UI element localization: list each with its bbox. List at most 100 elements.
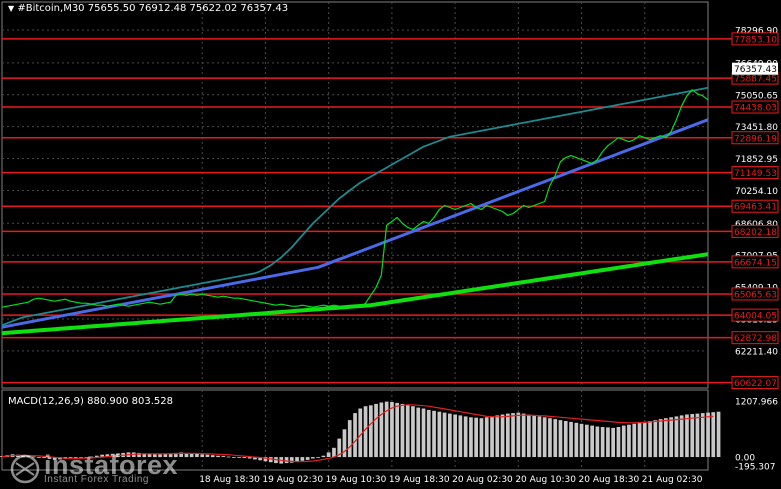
macd-histogram-bar (627, 424, 631, 458)
macd-histogram-bar (611, 427, 615, 457)
macd-histogram-bar (621, 425, 626, 457)
symbol-label: #Bitcoin,M30 (17, 3, 85, 14)
macd-histogram-bar (511, 413, 515, 457)
time-tick-label: 19 Aug 02:30 (262, 475, 323, 485)
macd-histogram-bar (490, 416, 494, 458)
macd-histogram-bar (469, 417, 473, 458)
level-label: 77853.10 (734, 35, 777, 45)
macd-histogram-bar (237, 457, 241, 458)
macd-histogram-bar (448, 413, 452, 458)
macd-histogram-bar (527, 414, 531, 458)
macd-histogram-bar (463, 416, 468, 458)
macd-histogram-bar (590, 425, 594, 457)
macd-tick-label: 1207.966 (735, 398, 778, 408)
macd-histogram-bar (453, 414, 457, 458)
chart-window: 1207.9660.00-195.307 78296.9076649.90750… (0, 0, 781, 489)
time-tick-label: 18 Aug 18:30 (199, 475, 260, 485)
macd-histogram-bar (321, 455, 326, 458)
macd-histogram-bar (685, 414, 689, 458)
macd-histogram-bar (284, 457, 289, 464)
ohlc-values: 75655.50 76912.48 75622.02 76357.43 (87, 3, 289, 14)
macd-histogram-bar (632, 423, 637, 458)
price-tick-label: 75050.65 (735, 91, 778, 101)
macd-histogram-bar (442, 412, 447, 457)
macd-histogram-bar (537, 416, 542, 458)
macd-histogram-bar (421, 408, 426, 458)
macd-histogram-bar (458, 415, 463, 457)
macd-histogram-bar (484, 417, 489, 458)
watermark-tagline: Instant Forex Trading (44, 474, 149, 485)
macd-histogram-bar (495, 415, 500, 457)
macd-histogram-bar (426, 409, 431, 458)
macd-histogram-bar (664, 418, 668, 458)
macd-histogram-bar (706, 412, 710, 457)
price-axis: 78296.9076649.9075050.6573451.8071852.95… (731, 27, 779, 390)
macd-histogram-bar (358, 408, 363, 458)
macd-histogram-bar (574, 422, 579, 457)
macd-histogram-bar (500, 414, 505, 458)
macd-histogram-bar (416, 407, 421, 458)
chart-header: ▼ #Bitcoin,M30 75655.50 76912.48 75622.0… (8, 3, 288, 14)
macd-histogram-bar (506, 413, 510, 458)
level-label: 75887.45 (734, 75, 777, 85)
macd-histogram-bar (374, 403, 378, 458)
macd-histogram-bar (226, 456, 231, 458)
price-tick-label: 71852.95 (735, 155, 778, 165)
macd-histogram-bar (716, 411, 721, 457)
macd-histogram-bar (210, 455, 215, 458)
macd-histogram-bar (679, 415, 684, 457)
macd-histogram-bar (395, 402, 399, 457)
time-tick-label: 19 Aug 18:30 (389, 475, 450, 485)
level-label: 62872.98 (734, 334, 777, 344)
watermark-logo-icon (10, 454, 40, 484)
macd-histogram-bar (616, 427, 621, 458)
macd-histogram-bar (532, 415, 536, 457)
macd-histogram-bar (585, 424, 589, 458)
macd-histogram-bar (653, 420, 658, 458)
macd-histogram-bar (390, 402, 394, 457)
macd-tick-label: -195.307 (735, 463, 775, 473)
chart-canvas: 1207.9660.00-195.307 78296.9076649.90750… (0, 0, 781, 489)
macd-histogram-bar (205, 454, 210, 457)
macd-histogram-bar (400, 403, 405, 458)
price-tick-label: 70254.10 (735, 187, 778, 197)
macd-histogram-bar (669, 417, 673, 458)
level-label: 65065.63 (734, 290, 777, 300)
macd-histogram-bar (326, 452, 331, 457)
macd-histogram-bar (674, 416, 679, 458)
macd-histogram-bar (516, 412, 521, 457)
macd-histogram-bar (295, 457, 299, 462)
macd-header: MACD(12,26,9) 880.900 803.528 (8, 396, 174, 407)
macd-histogram-bar (600, 427, 605, 458)
current-price-label: 76357.43 (734, 65, 777, 75)
level-label: 74438.03 (734, 103, 777, 113)
level-label: 64004.05 (734, 312, 777, 322)
macd-histogram-bar (353, 413, 357, 457)
macd-histogram-bar (200, 454, 205, 458)
macd-histogram-bar (569, 421, 573, 458)
macd-histogram-bar (305, 457, 310, 460)
macd-histogram-bar (648, 421, 652, 458)
level-label: 69463.41 (734, 203, 777, 213)
macd-histogram-bar (405, 405, 410, 458)
price-tick-label: 62211.40 (735, 347, 778, 357)
macd-histogram-bar (637, 422, 642, 457)
macd-histogram-bar (432, 410, 436, 458)
collapse-arrow-icon[interactable]: ▼ (8, 4, 14, 13)
macd-histogram-bar (195, 453, 199, 457)
time-tick-label: 20 Aug 02:30 (452, 475, 513, 485)
level-label: 66674.15 (734, 258, 777, 268)
level-label: 72896.19 (734, 134, 777, 144)
macd-histogram-bar (300, 457, 305, 461)
macd-histogram-bar (558, 420, 563, 458)
macd-histogram-bar (437, 411, 442, 457)
macd-histogram-bar (474, 417, 478, 457)
macd-histogram-bar (347, 420, 352, 458)
macd-histogram-bar (711, 412, 716, 458)
macd-histogram-bar (690, 414, 695, 457)
time-tick-label: 21 Aug 02:30 (642, 475, 703, 485)
macd-histogram-bar (216, 455, 220, 458)
macd-histogram-bar (542, 417, 547, 458)
macd-histogram-bar (658, 419, 663, 457)
macd-histogram-bar (332, 447, 336, 458)
